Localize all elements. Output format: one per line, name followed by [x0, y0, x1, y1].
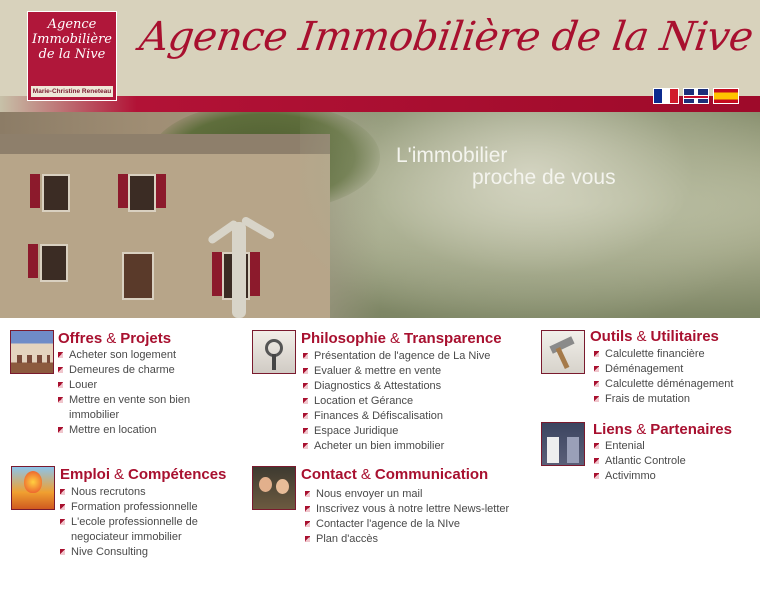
menu-item[interactable]: Déménagement [594, 362, 733, 377]
window [128, 174, 156, 212]
flag-spain-icon[interactable] [713, 88, 739, 104]
door [122, 252, 154, 300]
offres-thumbnail[interactable] [10, 330, 54, 374]
menu-item-continuation[interactable]: negociateur immobilier [60, 530, 198, 545]
hero-slogan-line1: L'immobilier [396, 144, 508, 167]
menu-item[interactable]: Nive Consulting [60, 545, 198, 560]
menu-item[interactable]: Finances & Défiscalisation [303, 409, 490, 424]
title-part: Offres [58, 330, 103, 347]
offres-menu: Acheter son logement Demeures de charme … [58, 348, 190, 438]
menu-item[interactable]: Activimmo [594, 469, 686, 484]
contact-menu: Nous envoyer un mail Inscrivez vous à no… [305, 487, 509, 547]
site-title: Agence Immobilière de la Nive [136, 14, 756, 60]
logo-line: Agence [47, 17, 97, 32]
menu-item[interactable]: Acheter son logement [58, 348, 190, 363]
menu-item[interactable]: Nous envoyer un mail [305, 487, 509, 502]
section-title-liens[interactable]: Liens & Partenaires [593, 421, 732, 438]
logo-subtitle: Marie-Christine Reneteau [31, 86, 113, 97]
menu-item[interactable]: L'ecole professionnelle de [60, 515, 198, 530]
window [42, 174, 70, 212]
title-part: Outils [590, 328, 633, 345]
title-amp: & [360, 466, 371, 483]
menu-item[interactable]: Diagnostics & Attestations [303, 379, 490, 394]
header: Agence Immobilière de la Nive Marie-Chri… [0, 0, 760, 112]
flag-france-icon[interactable] [653, 88, 679, 104]
title-amp: & [106, 330, 117, 347]
menu-item[interactable]: Evaluer & mettre en vente [303, 364, 490, 379]
title-part: Contact [301, 466, 357, 483]
menu-item[interactable]: Inscrivez vous à notre lettre News-lette… [305, 502, 509, 517]
title-part: Liens [593, 421, 633, 438]
hero-slogan-line2: proche de vous [472, 166, 616, 189]
house-image [0, 134, 330, 318]
menu-item[interactable]: Espace Juridique [303, 424, 490, 439]
window [40, 244, 68, 282]
liens-thumbnail[interactable] [541, 422, 585, 466]
menu-item[interactable]: Calculette déménagement [594, 377, 733, 392]
title-part: Partenaires [650, 421, 732, 438]
title-amp: & [390, 330, 401, 347]
section-title-contact[interactable]: Contact & Communication [301, 466, 488, 483]
menu-item[interactable]: Plan d'accès [305, 532, 509, 547]
outils-thumbnail[interactable] [541, 330, 585, 374]
emploi-thumbnail[interactable] [11, 466, 55, 510]
title-part: Transparence [404, 330, 502, 347]
section-title-outils[interactable]: Outils & Utilitaires [590, 328, 719, 345]
menu-item[interactable]: Demeures de charme [58, 363, 190, 378]
menu-item[interactable]: Mettre en vente son bien [58, 393, 190, 408]
title-part: Utilitaires [650, 328, 719, 345]
section-title-emploi[interactable]: Emploi & Compétences [60, 466, 226, 483]
menu-item[interactable]: Atlantic Controle [594, 454, 686, 469]
title-part: Compétences [128, 466, 227, 483]
section-title-philosophie[interactable]: Philosophie & Transparence [301, 330, 502, 347]
philosophie-thumbnail[interactable] [252, 330, 296, 374]
menu-item[interactable]: Mettre en location [58, 423, 190, 438]
title-amp: & [636, 328, 647, 345]
menu-item[interactable]: Calculette financière [594, 347, 733, 362]
menu-item[interactable]: Contacter l'agence de la NIve [305, 517, 509, 532]
menu-item[interactable]: Présentation de l'agence de La Nive [303, 349, 490, 364]
title-part: Projets [120, 330, 172, 347]
agency-logo[interactable]: Agence Immobilière de la Nive Marie-Chri… [27, 11, 117, 101]
menu-item[interactable]: Location et Gérance [303, 394, 490, 409]
contact-thumbnail[interactable] [252, 466, 296, 510]
logo-line: Immobilière [31, 32, 112, 47]
flag-uk-icon[interactable] [683, 88, 709, 104]
menu-item[interactable]: Entenial [594, 439, 686, 454]
menu-item[interactable]: Formation professionnelle [60, 500, 198, 515]
title-part: Philosophie [301, 330, 387, 347]
logo-line: de la Nive [38, 47, 106, 62]
menu-item-continuation[interactable]: immobilier [58, 408, 190, 423]
title-part: Communication [374, 466, 489, 483]
menu-item[interactable]: Frais de mutation [594, 392, 733, 407]
tree [232, 222, 246, 318]
outils-menu: Calculette financière Déménagement Calcu… [594, 347, 733, 407]
title-part: Emploi [60, 466, 111, 483]
title-amp: & [636, 421, 647, 438]
menu-item[interactable]: Acheter un bien immobilier [303, 439, 490, 454]
language-selector [653, 88, 739, 104]
hero-banner [0, 112, 760, 318]
liens-menu: Entenial Atlantic Controle Activimmo [594, 439, 686, 484]
menu-item[interactable]: Louer [58, 378, 190, 393]
emploi-menu: Nous recrutons Formation professionnelle… [60, 485, 198, 560]
section-title-offres[interactable]: Offres & Projets [58, 330, 171, 347]
title-amp: & [114, 466, 125, 483]
menu-item[interactable]: Nous recrutons [60, 485, 198, 500]
philosophie-menu: Présentation de l'agence de La Nive Eval… [303, 349, 490, 454]
